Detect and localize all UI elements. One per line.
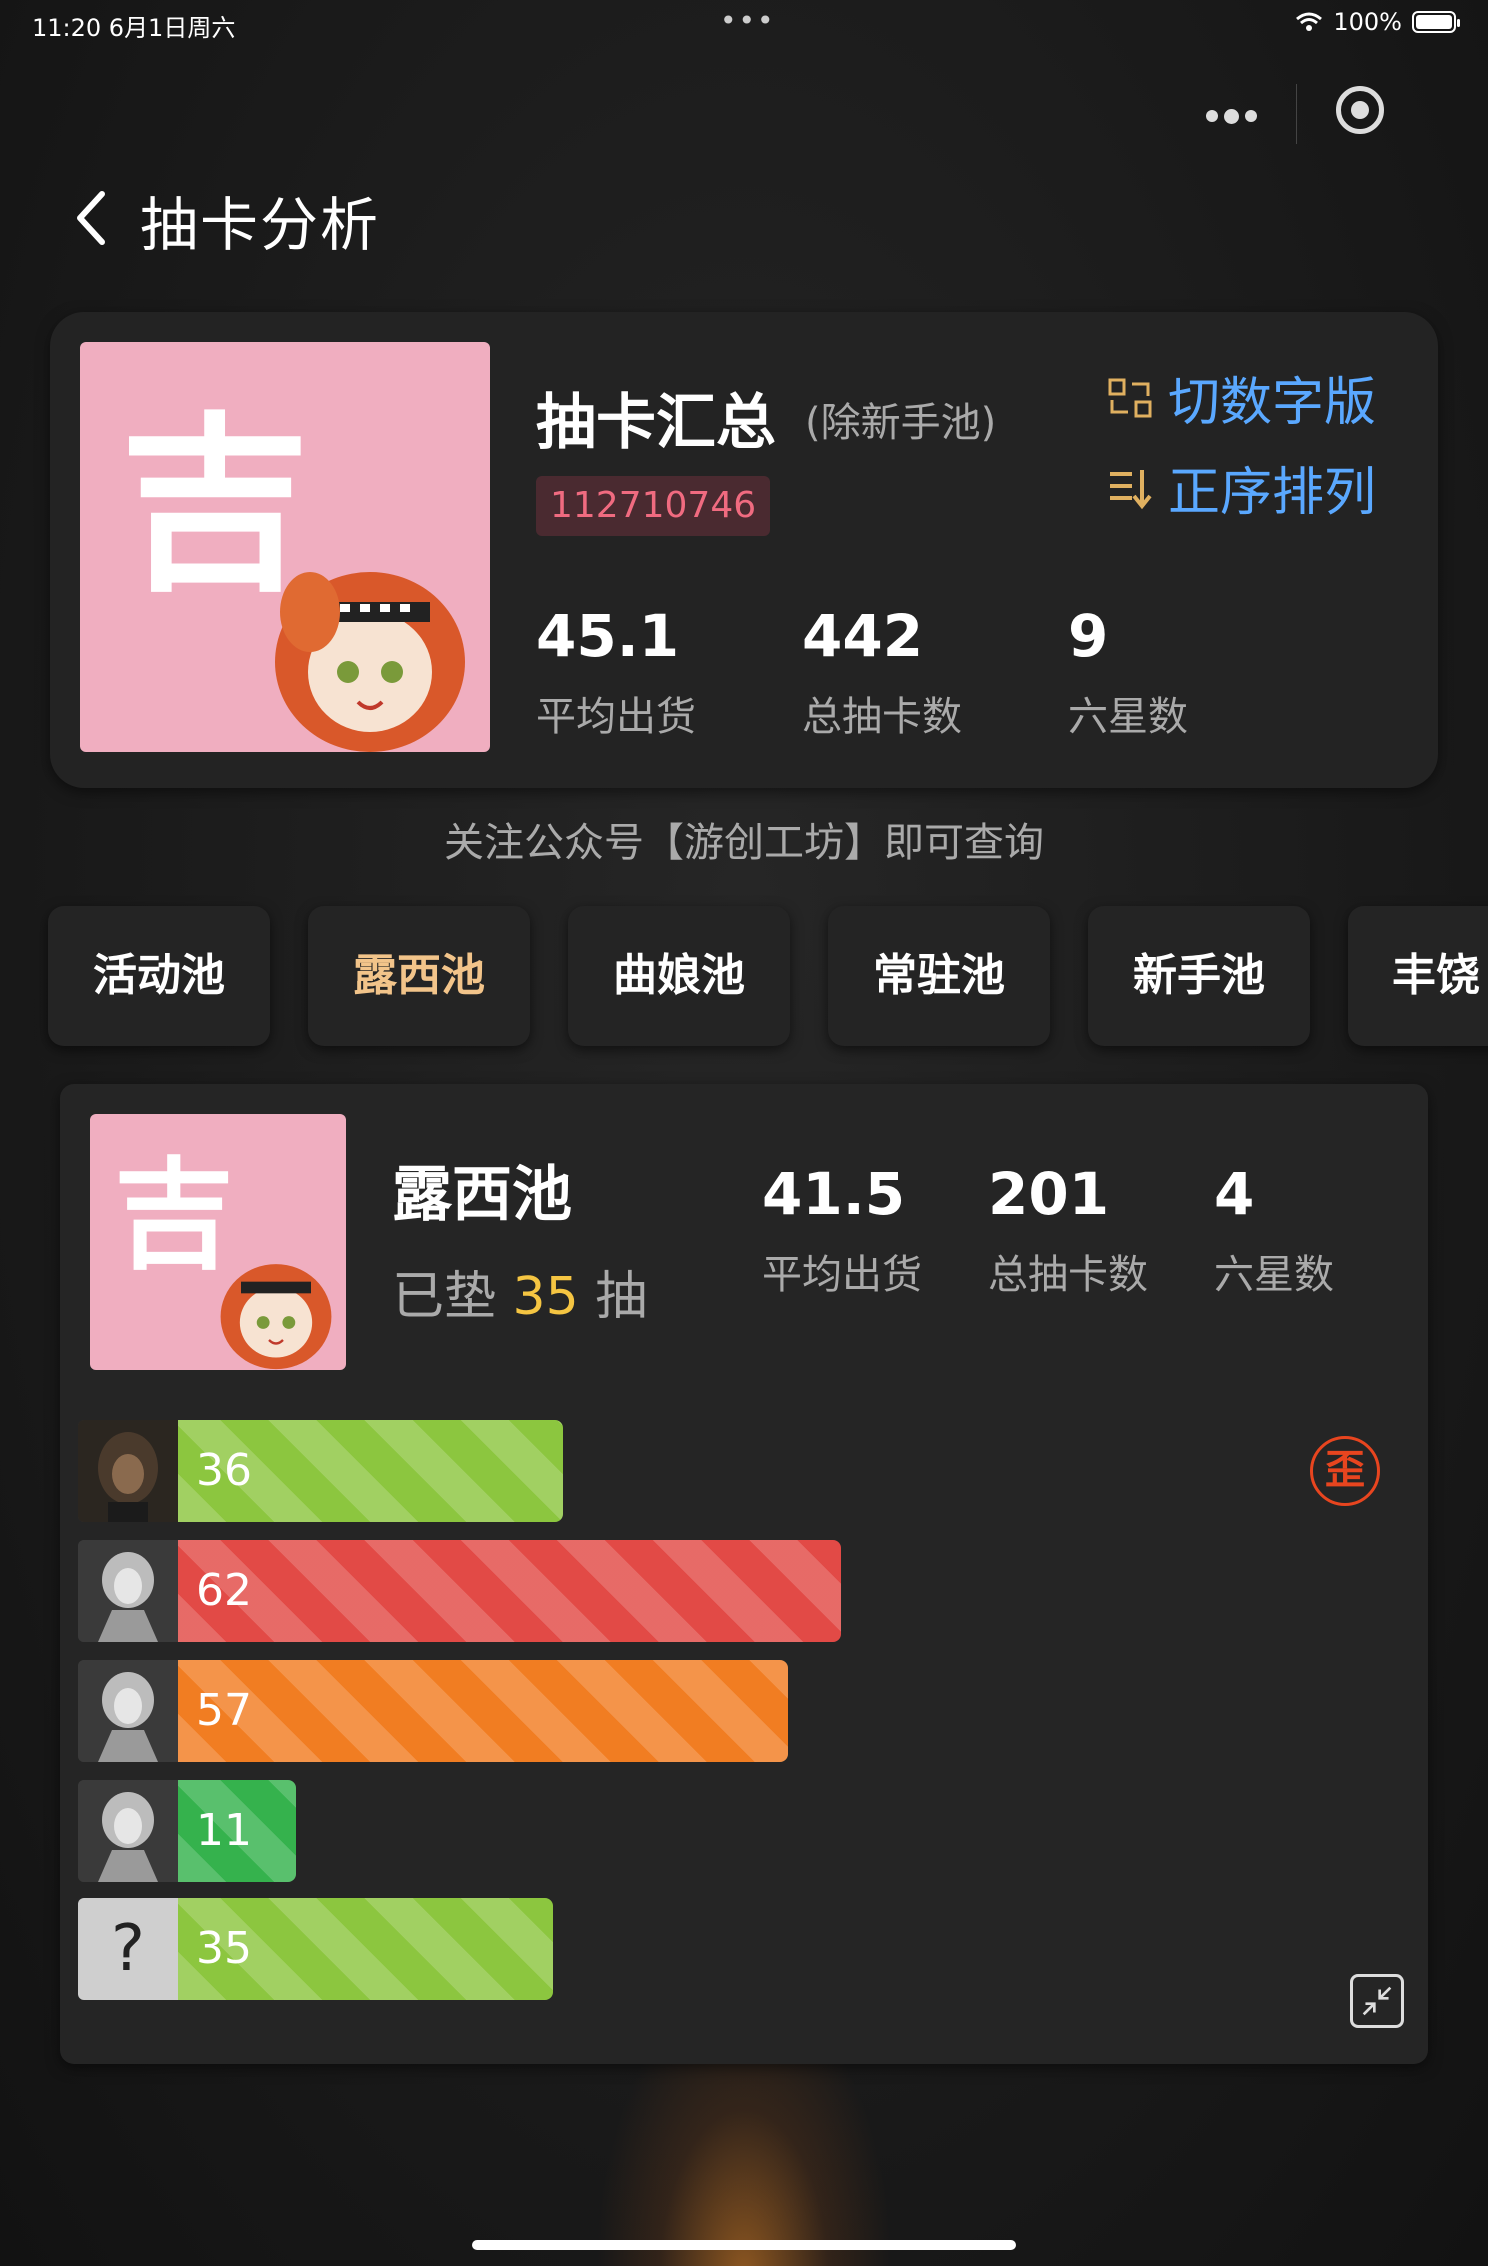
chibi-character-icon bbox=[275, 572, 465, 752]
sort-order-button[interactable]: 正序排列 bbox=[1106, 450, 1376, 525]
wifi-icon bbox=[1296, 12, 1323, 31]
tab-qu-pool[interactable]: 曲娘池 bbox=[568, 906, 790, 1046]
summary-stat-avg: 45.1 平均出货 bbox=[536, 602, 696, 742]
character-portrait-icon bbox=[78, 1420, 178, 1522]
status-dots: ••• bbox=[720, 4, 776, 37]
pull-count-label: 36 bbox=[196, 1445, 252, 1496]
pull-count-label: 35 bbox=[196, 1923, 252, 1974]
follow-hint: 关注公众号【游创工坊】即可查询 bbox=[444, 820, 1044, 866]
pity-prefix: 已垫 bbox=[392, 1267, 497, 1327]
tab-activity-pool[interactable]: 活动池 bbox=[48, 906, 270, 1046]
pool-stat-total: 201 总抽卡数 bbox=[988, 1160, 1148, 1300]
silver-character-icon bbox=[78, 1780, 178, 1882]
stat-label: 六星数 bbox=[1068, 694, 1188, 740]
stat-value: 9 bbox=[1068, 602, 1109, 670]
back-chevron-icon[interactable] bbox=[72, 188, 108, 248]
switch-version-label: 切数字版 bbox=[1168, 373, 1377, 433]
pool-detail-card: 吉 露西池 已垫 35 抽 41.5 平均出货 201 总抽卡数 4 六星数 歪… bbox=[60, 1084, 1428, 2064]
battery-icon bbox=[1412, 11, 1460, 33]
tab-beginner-pool[interactable]: 新手池 bbox=[1088, 906, 1310, 1046]
sort-icon bbox=[1110, 469, 1152, 509]
pool-name: 露西池 bbox=[392, 1160, 572, 1230]
pull-bar-fill bbox=[178, 1540, 841, 1642]
pull-count-label: 11 bbox=[196, 1805, 252, 1856]
off-banner-badge: 歪 bbox=[1310, 1436, 1380, 1506]
summary-card: 吉 抽卡汇总 (除新手池) 112710746 切数字版 正序排列 45.1 平… bbox=[50, 312, 1438, 788]
pool-stat-six-star: 4 六星数 bbox=[1214, 1160, 1334, 1300]
stat-label: 平均出货 bbox=[762, 1252, 922, 1298]
home-indicator[interactable] bbox=[472, 2240, 1016, 2250]
tab-lucy-pool[interactable]: 露西池 bbox=[308, 906, 530, 1046]
switch-icon bbox=[1108, 378, 1152, 417]
silver-character-icon bbox=[78, 1540, 178, 1642]
pool-stat-avg: 41.5 平均出货 bbox=[762, 1160, 922, 1300]
stat-label: 总抽卡数 bbox=[988, 1252, 1148, 1298]
unknown-question-icon: ? bbox=[78, 1898, 178, 2000]
battery-label: 100% bbox=[1333, 8, 1402, 36]
status-right: 100% bbox=[1295, 8, 1460, 36]
stat-value: 41.5 bbox=[762, 1160, 906, 1228]
tab-standard-pool[interactable]: 常驻池 bbox=[828, 906, 1050, 1046]
more-menu-icon[interactable] bbox=[1196, 96, 1266, 136]
pity-value: 35 bbox=[512, 1267, 579, 1327]
stat-value: 442 bbox=[802, 602, 924, 670]
pool-avatar: 吉 bbox=[90, 1114, 346, 1370]
summary-avatar: 吉 bbox=[80, 342, 490, 752]
status-bar: 11:20 6月1日周六 ••• 100% bbox=[0, 0, 1488, 46]
pull-bar-fill bbox=[178, 1660, 788, 1762]
summary-title: 抽卡汇总 bbox=[536, 388, 776, 458]
stat-value: 4 bbox=[1214, 1160, 1255, 1228]
silver-character-icon bbox=[78, 1660, 178, 1762]
pull-count-label: 62 bbox=[196, 1565, 252, 1616]
stat-label: 六星数 bbox=[1214, 1252, 1334, 1298]
collapse-icon[interactable] bbox=[1350, 1974, 1404, 2028]
pull-count-label: 57 bbox=[196, 1685, 252, 1736]
tab-fengrao-pool[interactable]: 丰饶 bbox=[1348, 906, 1488, 1046]
stat-label: 总抽卡数 bbox=[802, 694, 962, 740]
capsule-divider bbox=[1296, 84, 1297, 144]
switch-version-button[interactable]: 切数字版 bbox=[1106, 360, 1376, 435]
stat-value: 45.1 bbox=[536, 602, 680, 670]
stat-label: 平均出货 bbox=[536, 694, 696, 740]
pool-pity: 已垫 35 抽 bbox=[392, 1254, 647, 1329]
summary-stat-total: 442 总抽卡数 bbox=[802, 602, 962, 742]
summary-subtitle: (除新手池) bbox=[805, 400, 997, 446]
status-time: 11:20 6月1日周六 bbox=[32, 14, 236, 42]
summary-stat-six-star: 9 六星数 bbox=[1068, 602, 1188, 742]
page: 11:20 6月1日周六 ••• 100% 抽卡分析 吉 抽卡汇总 (除新手池)… bbox=[0, 0, 1488, 2266]
chibi-character-icon bbox=[220, 1264, 332, 1370]
page-title: 抽卡分析 bbox=[140, 191, 381, 259]
stat-value: 201 bbox=[988, 1160, 1110, 1228]
pity-suffix: 抽 bbox=[595, 1267, 648, 1327]
uid-badge: 112710746 bbox=[536, 476, 771, 536]
sort-order-label: 正序排列 bbox=[1168, 463, 1377, 523]
close-miniprogram-icon[interactable] bbox=[1336, 86, 1384, 134]
